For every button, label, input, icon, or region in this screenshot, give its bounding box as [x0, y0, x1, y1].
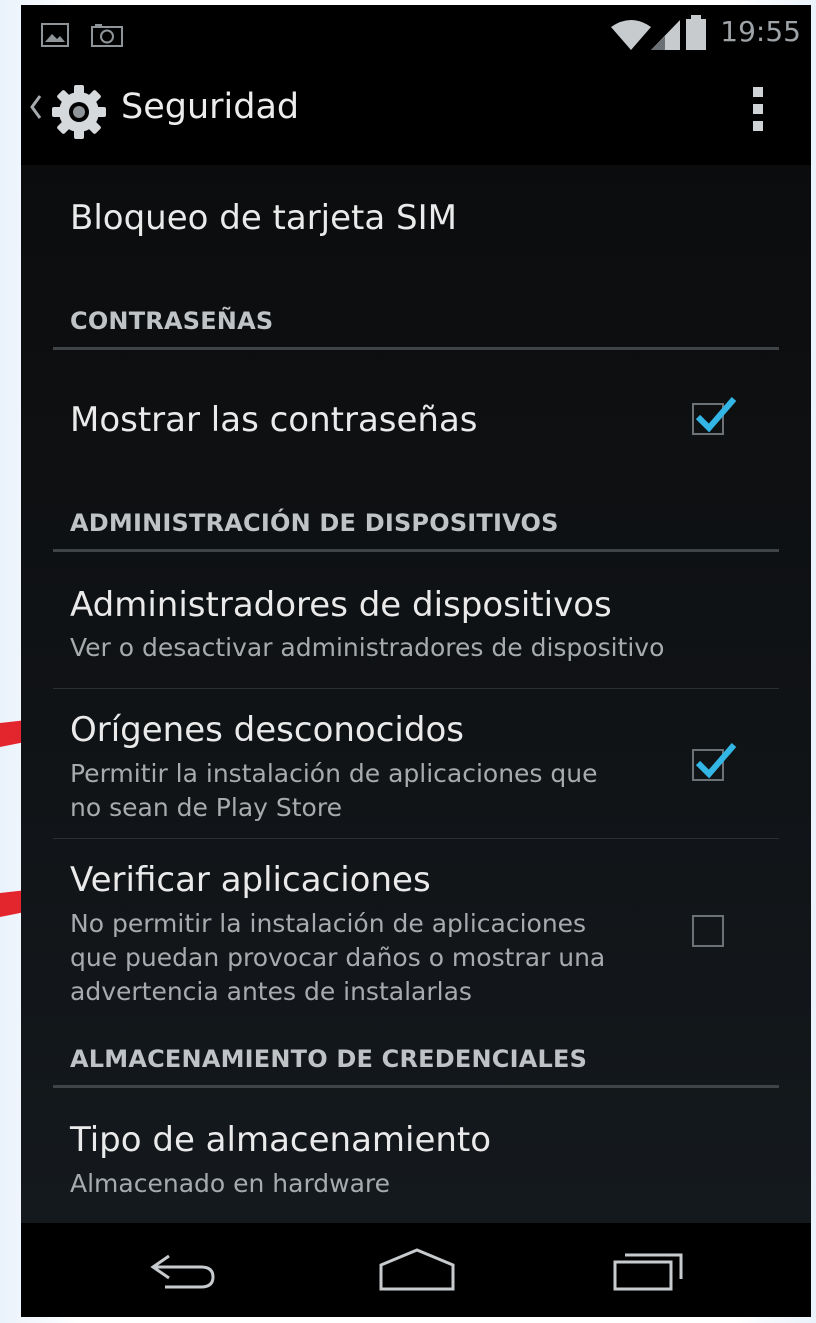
back-icon[interactable]: [149, 1247, 221, 1293]
show-passwords-checkbox[interactable]: [692, 397, 737, 435]
item-title: Mostrar las contraseñas: [70, 400, 478, 440]
clock: 19:55: [720, 15, 801, 48]
item-subtitle-line3: advertencia antes de instalarlas: [70, 977, 472, 1006]
overflow-menu-icon[interactable]: [751, 87, 765, 135]
section-divider: [53, 347, 779, 350]
list-divider: [53, 838, 779, 839]
status-bar: 19:55: [21, 5, 811, 60]
settings-gear-icon[interactable]: [51, 84, 107, 140]
item-subtitle: Ver o desactivar administradores de disp…: [70, 633, 665, 662]
battery-icon: [686, 15, 706, 50]
navigation-bar: [21, 1223, 811, 1317]
back-caret-icon[interactable]: [29, 92, 43, 122]
verify-apps-checkbox[interactable]: [692, 915, 724, 947]
item-title: Tipo de almacenamiento: [70, 1120, 492, 1160]
action-bar: Seguridad: [21, 60, 811, 165]
section-divider: [53, 549, 779, 552]
item-title: Bloqueo de tarjeta SIM: [70, 198, 457, 238]
item-subtitle-line2: no sean de Play Store: [70, 793, 342, 822]
checkmark-icon: [695, 743, 737, 779]
item-subtitle-line1: No permitir la instalación de aplicacion…: [70, 909, 587, 938]
image-icon: [41, 23, 69, 47]
list-divider: [53, 688, 779, 689]
section-header-passwords: CONTRASEÑAS: [70, 307, 274, 335]
wifi-icon: [611, 20, 651, 50]
item-title: Administradores de dispositivos: [70, 585, 612, 625]
section-divider: [53, 1085, 779, 1088]
camera-icon: [91, 24, 123, 47]
home-icon[interactable]: [377, 1247, 457, 1293]
item-subtitle-line1: Permitir la instalación de aplicaciones …: [70, 759, 598, 788]
section-header-credential-storage: ALMACENAMIENTO DE CREDENCIALES: [70, 1045, 588, 1073]
recent-apps-icon[interactable]: [611, 1247, 687, 1293]
checkmark-icon: [695, 397, 737, 433]
unknown-sources-checkbox[interactable]: [692, 743, 737, 781]
item-title: Orígenes desconocidos: [70, 710, 464, 750]
phone-screen: 19:55 Seguridad Bloqueo de tarjeta SIM C…: [21, 5, 811, 1317]
signal-icon: [651, 20, 680, 50]
item-title: Verificar aplicaciones: [70, 860, 431, 900]
section-header-device-admin: ADMINISTRACIÓN DE DISPOSITIVOS: [70, 509, 559, 537]
item-subtitle: Almacenado en hardware: [70, 1169, 391, 1198]
page-title: Seguridad: [121, 87, 300, 127]
item-subtitle-line2: que puedan provocar daños o mostrar una: [70, 943, 606, 972]
